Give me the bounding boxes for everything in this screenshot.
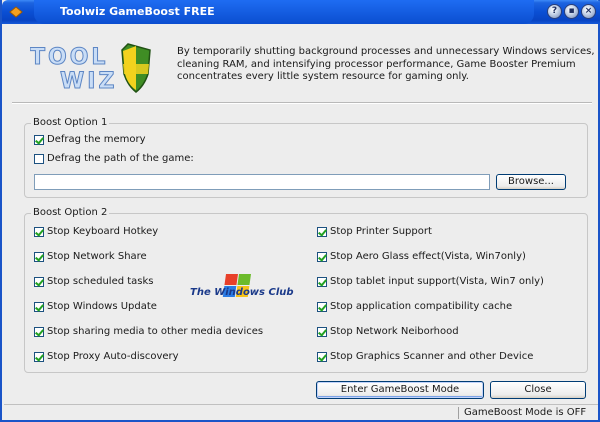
stop-scheduled-tasks-checkbox[interactable]: Stop scheduled tasks: [34, 276, 154, 287]
checkbox-box[interactable]: [34, 326, 44, 337]
checkbox-box[interactable]: [34, 276, 44, 287]
stop-keyboard-hotkey-checkbox[interactable]: Stop Keyboard Hotkey: [34, 226, 158, 237]
stop-windows-update-checkbox[interactable]: Stop Windows Update: [34, 301, 157, 312]
checkbox-box[interactable]: [34, 153, 44, 164]
checkbox-label: Stop scheduled tasks: [47, 276, 154, 287]
checkbox-label: Stop Proxy Auto-discovery: [47, 351, 179, 362]
checkbox-box[interactable]: [317, 251, 327, 262]
checkbox-label: Stop Graphics Scanner and other Device: [330, 351, 534, 362]
checkbox-box[interactable]: [317, 226, 327, 237]
shield-icon: [121, 43, 151, 93]
watermark-text: The Windows Club: [190, 287, 294, 298]
close-button[interactable]: Close: [490, 381, 586, 399]
stop-network-neighborhood-checkbox[interactable]: Stop Network Neiborhood: [317, 326, 459, 337]
checkbox-label: Stop Network Share: [47, 251, 147, 262]
checkbox-box[interactable]: [34, 301, 44, 312]
close-icon[interactable]: ×: [581, 4, 596, 19]
checkbox-label: Defrag the path of the game:: [47, 153, 194, 164]
stop-proxy-autodiscovery-checkbox[interactable]: Stop Proxy Auto-discovery: [34, 351, 179, 362]
defrag-path-checkbox[interactable]: Defrag the path of the game:: [34, 153, 194, 164]
checkbox-box[interactable]: [317, 351, 327, 362]
logo-line1: TOOL: [30, 45, 108, 70]
description-text: By temporarily shutting background proce…: [177, 46, 595, 82]
checkbox-box[interactable]: [317, 276, 327, 287]
checkbox-box[interactable]: [34, 351, 44, 362]
checkbox-box[interactable]: [34, 251, 44, 262]
checkbox-label: Stop Keyboard Hotkey: [47, 226, 159, 237]
checkbox-label: Stop tablet input support(Vista, Win7 on…: [330, 276, 544, 287]
status-bar: GameBoost Mode is OFF: [4, 404, 598, 421]
app-window: Toolwiz GameBoost FREE ? ▪ × TOOL WIZ By…: [0, 0, 600, 422]
header: TOOL WIZ By temporarily shutting backgro…: [12, 30, 595, 100]
checkbox-label: Defrag the memory: [47, 134, 146, 145]
stop-sharing-media-checkbox[interactable]: Stop sharing media to other media device…: [34, 326, 263, 337]
windows-club-watermark: The Windows Club: [190, 274, 294, 298]
checkbox-box[interactable]: [34, 134, 44, 145]
status-text: GameBoost Mode is OFF: [464, 407, 587, 418]
title-bar[interactable]: Toolwiz GameBoost FREE ? ▪ ×: [2, 0, 600, 24]
checkbox-label: Stop sharing media to other media device…: [47, 326, 264, 337]
stop-tablet-input-checkbox[interactable]: Stop tablet input support(Vista, Win7 on…: [317, 276, 544, 287]
checkbox-box[interactable]: [34, 226, 44, 237]
logo-line2: WIZ: [60, 69, 117, 94]
help-icon[interactable]: ?: [547, 4, 562, 19]
stop-aero-glass-checkbox[interactable]: Stop Aero Glass effect(Vista, Win7only): [317, 251, 526, 262]
minimize-icon[interactable]: ▪: [564, 4, 579, 19]
game-path-input[interactable]: [34, 174, 490, 190]
boost-option-2-title: Boost Option 2: [31, 207, 110, 218]
checkbox-label: Stop application compatibility cache: [330, 301, 513, 312]
browse-button[interactable]: Browse...: [496, 174, 566, 190]
checkbox-box[interactable]: [317, 326, 327, 337]
enter-gameboost-button[interactable]: Enter GameBoost Mode: [316, 381, 484, 399]
status-divider: [458, 407, 459, 419]
window-title: Toolwiz GameBoost FREE: [60, 5, 215, 18]
checkbox-label: Stop Network Neiborhood: [330, 326, 459, 337]
checkbox-label: Stop Windows Update: [47, 301, 157, 312]
checkbox-box[interactable]: [317, 301, 327, 312]
checkbox-label: Stop Printer Support: [330, 226, 432, 237]
header-divider: [12, 102, 592, 104]
stop-graphics-scanner-checkbox[interactable]: Stop Graphics Scanner and other Device: [317, 351, 533, 362]
app-menu-icon[interactable]: [8, 4, 24, 20]
boost-option-2-group: Boost Option 2: [24, 207, 588, 373]
stop-network-share-checkbox[interactable]: Stop Network Share: [34, 251, 147, 262]
stop-app-compat-cache-checkbox[interactable]: Stop application compatibility cache: [317, 301, 512, 312]
defrag-memory-checkbox[interactable]: Defrag the memory: [34, 134, 146, 145]
stop-printer-support-checkbox[interactable]: Stop Printer Support: [317, 226, 432, 237]
checkbox-label: Stop Aero Glass effect(Vista, Win7only): [330, 251, 526, 262]
toolwiz-logo: TOOL WIZ: [30, 43, 151, 95]
boost-option-1-title: Boost Option 1: [31, 117, 110, 128]
